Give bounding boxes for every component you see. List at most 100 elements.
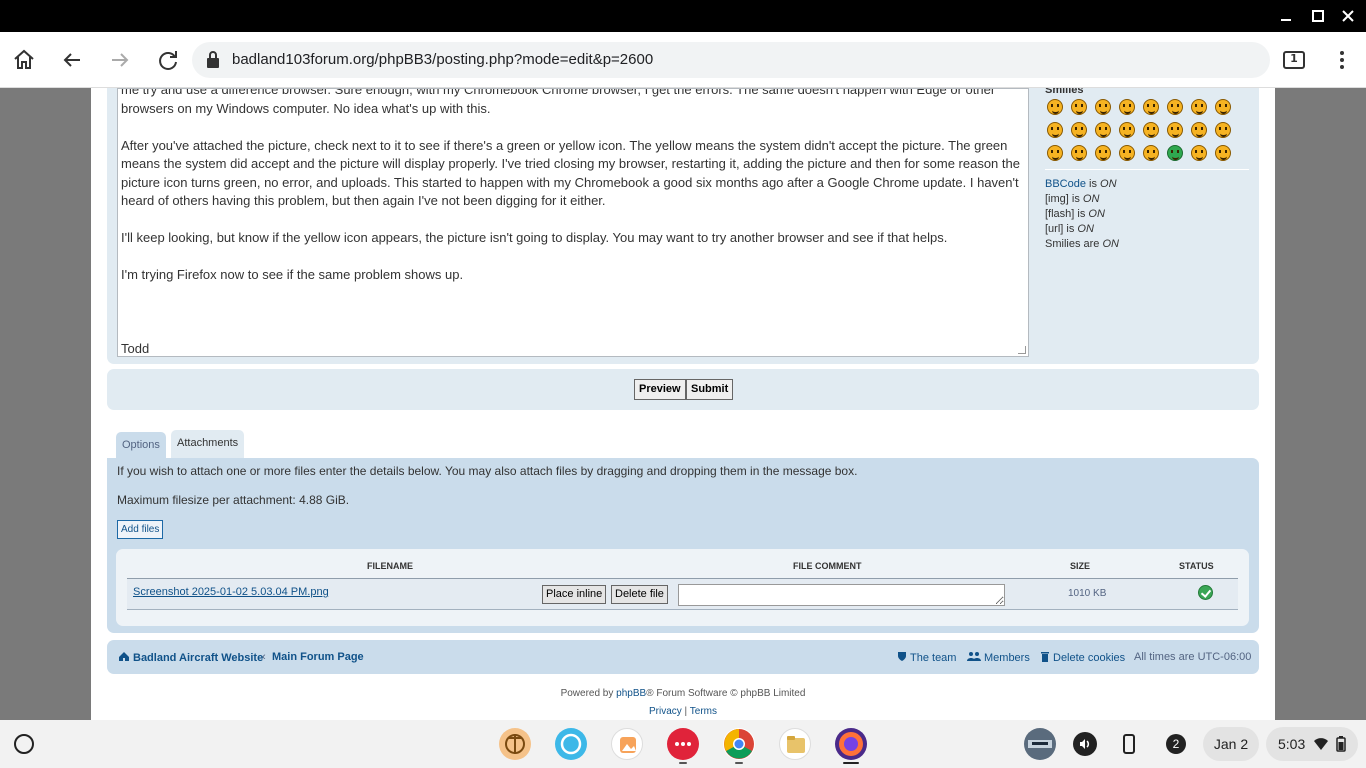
- smiley-icon[interactable]: [1215, 122, 1231, 138]
- resize-handle[interactable]: [1018, 346, 1026, 354]
- maximize-icon[interactable]: [1308, 6, 1328, 26]
- system-shelf: 2 Jan 2 5:03: [0, 720, 1366, 768]
- firefox-icon[interactable]: [835, 728, 867, 760]
- smiley-icon[interactable]: [1095, 145, 1111, 161]
- notification-count-badge[interactable]: 2: [1166, 734, 1186, 754]
- file-comment-field[interactable]: [678, 584, 1005, 606]
- flash-label: [flash] is: [1045, 208, 1089, 220]
- privacy-link[interactable]: Privacy: [649, 706, 682, 717]
- main-forum-link[interactable]: Main Forum Page: [272, 651, 364, 663]
- smiley-icon[interactable]: [1071, 99, 1087, 115]
- smiley-icon[interactable]: [1143, 145, 1159, 161]
- active-indicator: [843, 762, 859, 764]
- upload-success-icon: [1198, 585, 1213, 600]
- submit-button[interactable]: Submit: [686, 379, 734, 400]
- launcher-icon[interactable]: [14, 734, 34, 754]
- smiley-icon[interactable]: [1119, 122, 1135, 138]
- close-icon[interactable]: [1338, 6, 1358, 26]
- smiley-icon[interactable]: [1047, 99, 1063, 115]
- message-signature: Todd: [121, 341, 150, 356]
- phpbb-link[interactable]: phpBB: [616, 688, 646, 699]
- smiley-icon[interactable]: [1119, 99, 1135, 115]
- chrome-icon[interactable]: [723, 728, 755, 760]
- home-icon: [119, 652, 129, 661]
- address-bar[interactable]: badland103forum.org/phpBB3/posting.php?m…: [192, 42, 1270, 78]
- smiley-icon[interactable]: [1215, 145, 1231, 161]
- smiley-icon[interactable]: [1047, 122, 1063, 138]
- bbcode-is: is: [1085, 178, 1101, 190]
- members-link[interactable]: Members: [967, 651, 1030, 664]
- url-label: [url] is: [1045, 223, 1078, 235]
- battery-icon: [1336, 736, 1346, 752]
- smiley-icon[interactable]: [1095, 99, 1111, 115]
- smilies-state: ON: [1102, 238, 1119, 250]
- delete-cookies-link[interactable]: Delete cookies: [1040, 651, 1125, 664]
- smiley-icon[interactable]: [1071, 145, 1087, 161]
- more-menu-icon[interactable]: [1328, 46, 1356, 74]
- browser-toolbar: badland103forum.org/phpBB3/posting.php?m…: [0, 32, 1366, 88]
- date-pill[interactable]: Jan 2: [1203, 727, 1259, 761]
- flash-state: ON: [1088, 208, 1105, 220]
- delete-cookies-text: Delete cookies: [1053, 652, 1126, 664]
- tab-options[interactable]: Options: [116, 432, 166, 458]
- smiley-icon[interactable]: [1119, 145, 1135, 161]
- bbcode-state: ON: [1100, 178, 1117, 190]
- app-icon-pinned[interactable]: [499, 728, 531, 760]
- back-icon[interactable]: [58, 46, 86, 74]
- preview-button[interactable]: Preview: [634, 379, 686, 400]
- app-icon-running[interactable]: [667, 728, 699, 760]
- powered-prefix: Powered by: [560, 688, 617, 699]
- lock-icon[interactable]: [204, 50, 222, 74]
- file-name-link[interactable]: Screenshot 2025-01-02 5.03.04 PM.png: [133, 586, 329, 598]
- url-text[interactable]: badland103forum.org/phpBB3/posting.php?m…: [232, 51, 653, 68]
- home-icon[interactable]: [10, 46, 38, 74]
- smiley-icon[interactable]: [1047, 145, 1063, 161]
- terms-link[interactable]: Terms: [690, 706, 717, 717]
- smilies-heading: Smilies: [1045, 88, 1084, 96]
- smiley-icon[interactable]: [1167, 99, 1183, 115]
- delete-file-button[interactable]: Delete file: [611, 585, 668, 604]
- phone-hub-icon[interactable]: [1117, 732, 1141, 756]
- team-link[interactable]: The team: [897, 651, 956, 664]
- smiley-icon[interactable]: [1191, 122, 1207, 138]
- site-link-text: Badland Aircraft Website: [133, 652, 264, 664]
- bbcode-link[interactable]: BBCode: [1045, 178, 1086, 190]
- smilies-label: Smilies are: [1045, 238, 1103, 250]
- app-icon-pinned[interactable]: [555, 728, 587, 760]
- smiley-icon[interactable]: [1167, 122, 1183, 138]
- file-size: 1010 KB: [1068, 588, 1107, 599]
- smiley-icon[interactable]: [1191, 145, 1207, 161]
- add-files-button[interactable]: Add files: [117, 520, 164, 539]
- smiley-icon[interactable]: [1143, 122, 1159, 138]
- smiley-icon[interactable]: [1191, 99, 1207, 115]
- shield-icon: [898, 652, 906, 661]
- posting-editor-panel: me try and use a difference browser. Sur…: [107, 88, 1259, 364]
- tab-switcher-icon[interactable]: 1: [1280, 46, 1308, 74]
- photos-app-icon[interactable]: [611, 728, 643, 760]
- smiley-icon[interactable]: [1071, 122, 1087, 138]
- minimize-icon[interactable]: [1276, 6, 1296, 26]
- running-indicator: [679, 762, 687, 764]
- filename-header: FILENAME: [367, 561, 413, 571]
- attachments-panel: If you wish to attach one or more files …: [107, 458, 1259, 633]
- legal-separator: |: [681, 706, 690, 717]
- site-home-link[interactable]: Badland Aircraft Website: [118, 651, 263, 664]
- message-paragraph: I'm trying Firefox now to see if the sam…: [121, 267, 464, 282]
- legal-links: Privacy | Terms: [91, 706, 1275, 717]
- message-textarea[interactable]: me try and use a difference browser. Sur…: [117, 88, 1029, 357]
- audio-icon[interactable]: [1073, 732, 1097, 756]
- holding-space-thumbnail[interactable]: [1024, 728, 1056, 760]
- smiley-icon[interactable]: [1143, 99, 1159, 115]
- forward-icon[interactable]: [106, 46, 134, 74]
- smiley-icon[interactable]: [1167, 145, 1183, 161]
- status-area[interactable]: 5:03: [1266, 727, 1358, 761]
- bbcode-status: BBCode is ON [img] is ON [flash] is ON […: [1045, 177, 1249, 252]
- footer-navbar: Badland Aircraft Website ‹ Main Forum Pa…: [107, 640, 1259, 674]
- smiley-icon[interactable]: [1215, 99, 1231, 115]
- files-app-icon[interactable]: [779, 728, 811, 760]
- place-inline-button[interactable]: Place inline: [542, 585, 607, 604]
- tab-attachments[interactable]: Attachments: [171, 430, 245, 459]
- smiley-icon[interactable]: [1095, 122, 1111, 138]
- img-label: [img] is: [1045, 193, 1083, 205]
- reload-icon[interactable]: [154, 46, 182, 74]
